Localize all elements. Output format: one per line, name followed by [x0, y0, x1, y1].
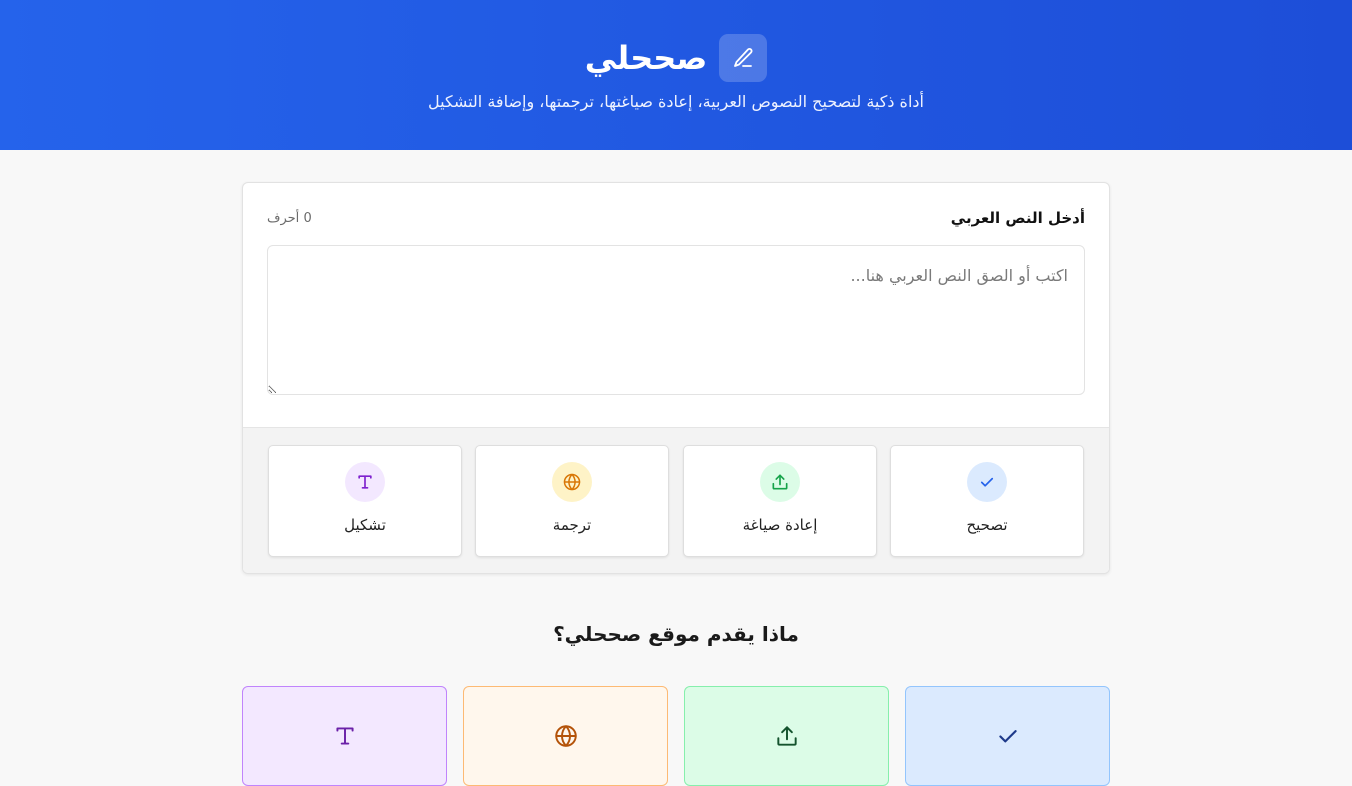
actions-bar: تصحيح إعادة صياغة ترجمة تشكيل [243, 427, 1109, 573]
arabic-text-input[interactable] [267, 245, 1085, 395]
app-name: صححلي [584, 39, 708, 77]
input-label: أدخل النص العربي [950, 209, 1085, 227]
translate-label: ترجمة [552, 516, 592, 534]
correct-button[interactable]: تصحيح [890, 445, 1084, 557]
upload-icon [760, 462, 800, 502]
char-count: 0 أحرف [267, 211, 312, 226]
pencil-icon [719, 34, 768, 82]
globe-icon [552, 462, 592, 502]
correct-label: تصحيح [966, 516, 1008, 534]
text-icon [332, 723, 358, 785]
translate-button[interactable]: ترجمة [475, 445, 669, 557]
upload-icon [774, 723, 800, 785]
brand: صححلي [0, 34, 1352, 82]
globe-icon [553, 723, 579, 785]
site-header: صححلي أداة ذكية لتصحيح النصوص العربية، إ… [0, 0, 1352, 150]
check-icon [967, 462, 1007, 502]
diacritize-label: تشكيل [344, 516, 386, 534]
features-title: ماذا يقدم موقع صححلي؟ [553, 622, 799, 646]
feature-card-translate [463, 686, 668, 786]
editor-card: أدخل النص العربي 0 أحرف تصحيح إعادة صياغ… [242, 182, 1110, 574]
check-icon [995, 723, 1021, 785]
feature-card-rephrase [684, 686, 889, 786]
feature-card-diacritize [242, 686, 447, 786]
rephrase-label: إعادة صياغة [742, 516, 818, 534]
diacritize-button[interactable]: تشكيل [268, 445, 462, 557]
text-icon [345, 462, 385, 502]
rephrase-button[interactable]: إعادة صياغة [683, 445, 877, 557]
tagline: أداة ذكية لتصحيح النصوص العربية، إعادة ص… [428, 92, 924, 111]
feature-card-correct [905, 686, 1110, 786]
